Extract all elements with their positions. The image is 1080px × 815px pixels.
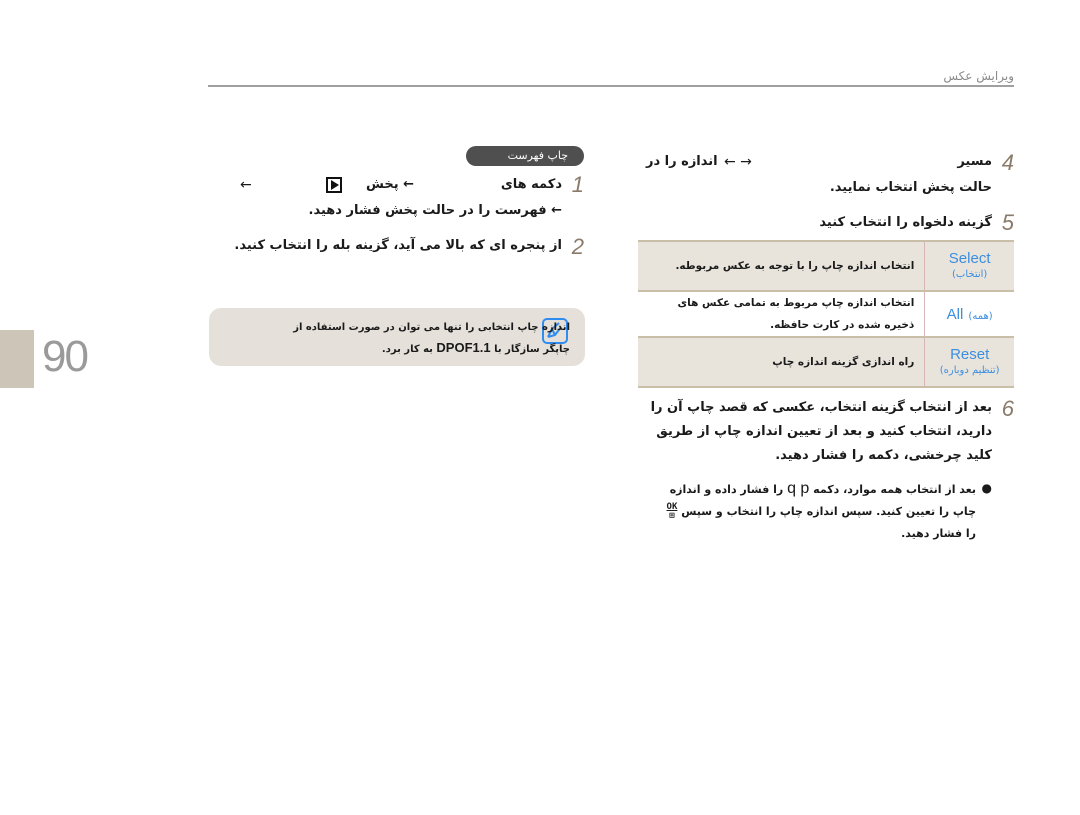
option-description: راه اندازی گزینه اندازه چاپ [638,336,925,388]
option-name-fa: (همه) [968,311,993,322]
option-name-fa: (انتخاب) [952,269,988,280]
bullet-text-a: بعد از انتخاب همه موارد، دکمه [813,483,976,496]
option-name-cell: All (همه) [924,290,1014,337]
option-name: Reset [950,346,990,363]
play-button-icon [326,177,342,193]
option-description: انتخاب اندازه چاپ مربوط به تمامی عکس های… [638,290,925,337]
step-4-number: 4 [1001,150,1014,175]
page-number: 90 [42,332,89,381]
table-row: انتخاب اندازه چاپ را با توجه به عکس مربو… [638,240,1014,291]
step-1-text-a: دکمه های [500,177,562,192]
section-header-title: ویرایش عکس [943,69,1014,83]
step-1-text-line2: ← فهرست را در حالت پخش فشار دهید. [308,203,562,218]
step-1-number: 1 [571,172,584,197]
step-6-text: بعد از انتخاب گزینه انتخاب، عکسی که قصد … [650,400,992,463]
bullet-text: بعد از انتخاب همه موارد، دکمه q p را فشا… [656,478,976,545]
option-name: All [946,306,964,323]
header-rule [208,85,1014,87]
option-name-fa: (تنظیم دوباره) [939,365,1000,376]
section-pill-index-print: چاپ فهرست [466,146,584,166]
section-pill-label: چاپ فهرست [507,149,568,162]
options-table: انتخاب اندازه چاپ را با توجه به عکس مربو… [638,240,1014,388]
ok-button-icon: OK ⊞ [667,503,678,521]
table-row: راه اندازی گزینه اندازه چاپ Reset (تنظیم… [638,336,1014,388]
step-1-text-b: ← پخش [365,177,414,192]
note-text: اندازه چاپ انتخابی را تنها می توان در صو… [270,318,570,360]
option-name-cell: Reset (تنظیم دوباره) [924,336,1014,388]
option-name-cell: Select (انتخاب) [924,240,1014,291]
option-name: Select [948,250,991,267]
option-description: انتخاب اندازه چاپ را با توجه به عکس مربو… [638,240,925,291]
note-text-b: به کار برد. [381,344,433,355]
step-4-text-tail: اندازه را در [646,154,718,169]
step-5-number: 5 [1001,210,1014,235]
ok-grid-glyph: ⊞ [669,511,675,521]
table-row: انتخاب اندازه چاپ مربوط به تمامی عکس های… [638,290,1014,337]
bullet-text-c: را فشار دهید. [901,527,976,540]
navigation-keys-icon: q p [787,480,810,497]
step-4-text-line2: حالت پخش انتخاب نمایید. [829,180,992,195]
bullet-icon: ● [981,481,992,495]
step-4-arrows: ← → [724,154,752,170]
step-1-arrow: ← [240,177,252,193]
step-2-number: 2 [571,234,584,259]
page-tab-marker [0,330,34,388]
note-dpof: DPOF1.1 [436,340,491,355]
step-5-text: گزینه دلخواه را انتخاب کنید [819,215,992,230]
step-2-text: از پنجره ای که بالا می آید، گزینه بله را… [234,238,562,253]
step-6-number: 6 [1001,396,1014,421]
